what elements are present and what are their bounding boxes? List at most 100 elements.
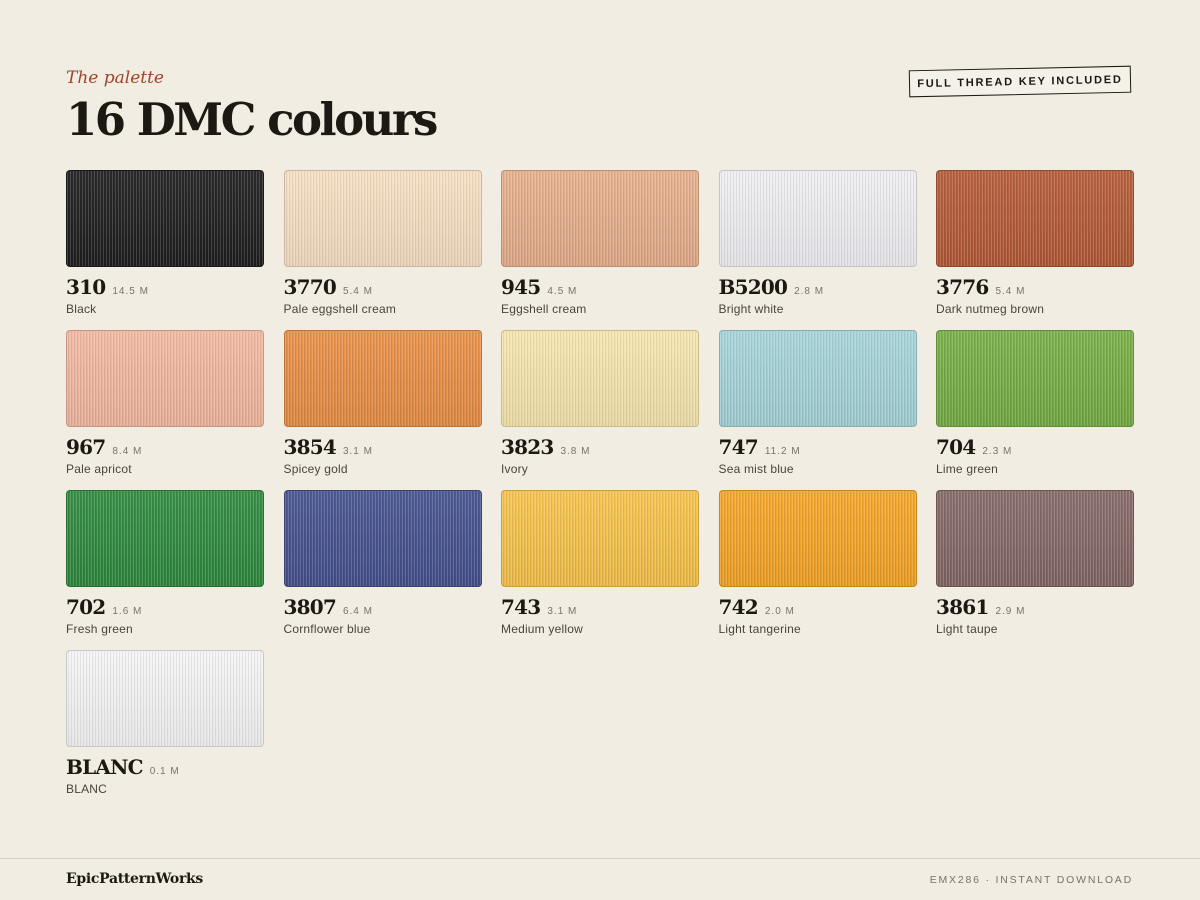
dmc-code: 747 <box>718 435 759 459</box>
colour-card: 3854 3.1 M Spicey gold <box>283 330 482 490</box>
thread-length: 5.4 M <box>342 286 373 297</box>
thread-swatch <box>718 330 917 427</box>
colour-name: Pale eggshell cream <box>283 302 397 316</box>
dmc-code: BLANC <box>66 755 143 779</box>
page-title: 16 DMC colours <box>66 93 438 146</box>
colour-code-row: 702 1.6 M <box>66 595 264 619</box>
thread-swatch <box>936 170 1134 267</box>
dmc-code: 3861 <box>936 595 989 619</box>
thread-length: 0.1 M <box>149 766 180 777</box>
colour-card: 702 1.6 M Fresh green <box>66 490 264 650</box>
thread-length: 8.4 M <box>112 446 143 457</box>
colour-card: BLANC 0.1 M BLANC <box>66 650 264 810</box>
footer-divider <box>0 858 1200 859</box>
dmc-code: 967 <box>66 435 106 459</box>
colour-code-row: 704 2.3 M <box>936 435 1134 459</box>
thread-length: 11.2 M <box>764 446 801 457</box>
colour-code-row: 945 4.5 M <box>501 275 699 299</box>
thread-swatch <box>936 490 1134 587</box>
thread-length: 3.1 M <box>342 446 373 457</box>
brand-name: EpicPatternWorks <box>66 871 203 887</box>
thread-swatch <box>501 170 699 267</box>
colour-code-row: 3776 5.4 M <box>936 275 1134 299</box>
colour-code-row: 3854 3.1 M <box>284 435 482 459</box>
colour-name: Lime green <box>936 462 999 476</box>
thread-swatch <box>66 490 264 587</box>
thread-swatch <box>283 490 482 587</box>
dmc-code: 743 <box>501 595 541 619</box>
thread-length: 2.9 M <box>995 606 1026 617</box>
colour-name: Fresh green <box>66 622 133 636</box>
colour-card: 742 2.0 M Light tangerine <box>718 490 917 650</box>
colour-name: Light tangerine <box>718 622 801 636</box>
dmc-code: 945 <box>501 275 541 299</box>
product-sku: EMX286 · INSTANT DOWNLOAD <box>929 874 1133 886</box>
thread-length: 3.8 M <box>560 446 591 457</box>
colour-name: Cornflower blue <box>283 622 371 636</box>
colour-card: 743 3.1 M Medium yellow <box>501 490 699 650</box>
colour-card: 3776 5.4 M Dark nutmeg brown <box>936 170 1134 330</box>
colour-name: Pale apricot <box>66 462 132 476</box>
colour-code-row: 310 14.5 M <box>66 275 264 299</box>
colour-card: 967 8.4 M Pale apricot <box>66 330 264 490</box>
header: The palette 16 DMC colours <box>66 66 438 148</box>
colour-card: 310 14.5 M Black <box>66 170 264 330</box>
colour-card: 3861 2.9 M Light taupe <box>936 490 1134 650</box>
dmc-code: 3807 <box>283 595 337 619</box>
colour-name: Bright white <box>718 302 784 316</box>
colour-name: Dark nutmeg brown <box>936 302 1045 316</box>
thread-swatch <box>718 170 917 267</box>
colour-name: Black <box>66 302 97 316</box>
thread-length: 1.6 M <box>112 606 143 617</box>
thread-length: 6.4 M <box>342 606 373 617</box>
thread-swatch <box>66 330 264 427</box>
colour-name: BLANC <box>66 782 108 796</box>
colour-name: Spicey gold <box>283 462 348 476</box>
thread-swatch <box>66 170 264 267</box>
dmc-code: 310 <box>66 275 106 299</box>
colour-card: 704 2.3 M Lime green <box>936 330 1134 490</box>
colour-code-row: B5200 2.8 M <box>719 275 917 299</box>
thread-swatch <box>501 490 699 587</box>
colour-code-row: 3770 5.4 M <box>284 275 482 299</box>
colour-code-row: BLANC 0.1 M <box>66 755 264 779</box>
colour-code-row: 3861 2.9 M <box>936 595 1134 619</box>
colour-code-row: 747 11.2 M <box>719 435 917 459</box>
thread-length: 2.8 M <box>794 286 825 297</box>
colour-code-row: 3807 6.4 M <box>284 595 482 619</box>
thread-swatch <box>283 170 482 267</box>
thread-swatch <box>936 330 1134 427</box>
thread-length: 3.1 M <box>547 606 578 617</box>
thread-swatch <box>718 490 917 587</box>
colour-card: 3823 3.8 M Ivory <box>501 330 699 490</box>
thread-length: 5.4 M <box>995 286 1026 297</box>
colour-card: B5200 2.8 M Bright white <box>718 170 917 330</box>
thread-length: 2.0 M <box>764 606 795 617</box>
colour-name: Sea mist blue <box>718 462 794 476</box>
dmc-code: 3854 <box>283 435 337 459</box>
colour-card: 747 11.2 M Sea mist blue <box>718 330 917 490</box>
thread-key-badge: FULL THREAD KEY INCLUDED <box>908 65 1132 98</box>
section-eyebrow: The palette <box>66 68 164 88</box>
colour-name: Eggshell cream <box>501 302 587 316</box>
colour-card: 3770 5.4 M Pale eggshell cream <box>283 170 482 330</box>
colour-grid: 310 14.5 M Black 3770 5.4 M Pale eggshell cre… <box>66 170 1134 810</box>
colour-card: 945 4.5 M Eggshell cream <box>501 170 699 330</box>
dmc-code: B5200 <box>718 275 788 299</box>
dmc-code: 742 <box>718 595 759 619</box>
colour-code-row: 967 8.4 M <box>66 435 264 459</box>
thread-length: 4.5 M <box>547 286 578 297</box>
dmc-code: 704 <box>936 435 976 459</box>
colour-code-row: 3823 3.8 M <box>501 435 699 459</box>
colour-name: Ivory <box>501 462 529 476</box>
dmc-code: 3770 <box>283 275 337 299</box>
dmc-code: 702 <box>66 595 106 619</box>
colour-name: Medium yellow <box>501 622 583 636</box>
colour-code-row: 742 2.0 M <box>719 595 917 619</box>
thread-length: 2.3 M <box>982 446 1013 457</box>
dmc-code: 3823 <box>501 435 554 459</box>
thread-swatch <box>501 330 699 427</box>
dmc-code: 3776 <box>936 275 989 299</box>
thread-swatch <box>283 330 482 427</box>
thread-swatch <box>66 650 264 747</box>
